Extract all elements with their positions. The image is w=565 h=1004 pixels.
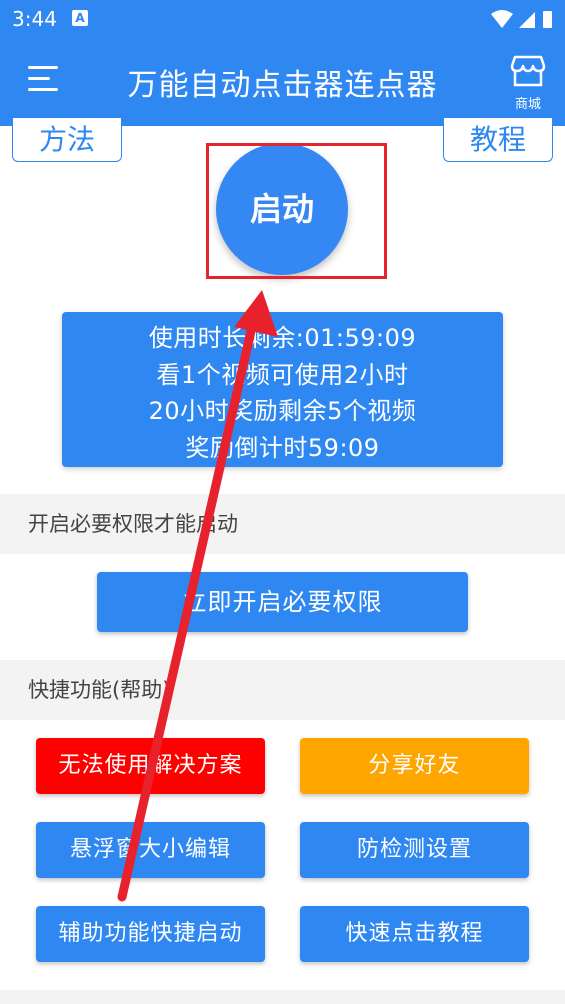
tutorial-button[interactable]: 教程 xyxy=(443,118,553,162)
status-icons xyxy=(491,10,552,28)
usage-info-card: 使用时长剩余:01:59:09 看1个视频可使用2小时 20小时奖励剩余5个视频… xyxy=(62,312,503,467)
notification-icon: A xyxy=(72,10,88,26)
signal-icon xyxy=(519,12,535,28)
share-friends-button[interactable]: 分享好友 xyxy=(300,738,529,794)
float-window-size-button[interactable]: 悬浮窗大小编辑 xyxy=(36,822,265,878)
start-button[interactable]: 启动 xyxy=(216,143,348,275)
menu-icon-line xyxy=(28,77,50,80)
reward-countdown-text: 奖励倒计时59:09 xyxy=(185,433,380,462)
quick-click-tutorial-button[interactable]: 快速点击教程 xyxy=(300,906,529,962)
quick-functions-header: 快捷功能(帮助) xyxy=(0,660,565,720)
bottom-divider xyxy=(0,990,565,1004)
permissions-header: 开启必要权限才能启动 xyxy=(0,494,565,554)
app-bar: 万能自动点击器连点器 商城 xyxy=(0,38,565,126)
menu-button[interactable] xyxy=(28,66,60,94)
menu-icon-line xyxy=(28,88,58,91)
menu-icon-line xyxy=(28,66,58,69)
reward-remaining-text: 20小时奖励剩余5个视频 xyxy=(148,397,417,425)
status-time: 3:44 xyxy=(12,7,57,31)
shop-button[interactable]: 商城 xyxy=(507,54,549,112)
app-title: 万能自动点击器连点器 xyxy=(127,68,438,103)
status-bar: 3:44 A xyxy=(0,0,565,38)
enable-permissions-button[interactable]: 立即开启必要权限 xyxy=(97,572,468,632)
video-reward-text: 看1个视频可使用2小时 xyxy=(156,360,409,389)
battery-icon xyxy=(543,11,552,28)
accessibility-shortcut-button[interactable]: 辅助功能快捷启动 xyxy=(36,906,265,962)
method-button[interactable]: 方法 xyxy=(12,118,122,162)
store-icon xyxy=(510,55,546,87)
remaining-time-text: 使用时长剩余:01:59:09 xyxy=(148,324,417,352)
troubleshoot-button[interactable]: 无法使用解决方案 xyxy=(36,738,265,794)
anti-detection-button[interactable]: 防检测设置 xyxy=(300,822,529,878)
wifi-icon xyxy=(491,10,513,28)
shop-label: 商城 xyxy=(514,97,541,112)
